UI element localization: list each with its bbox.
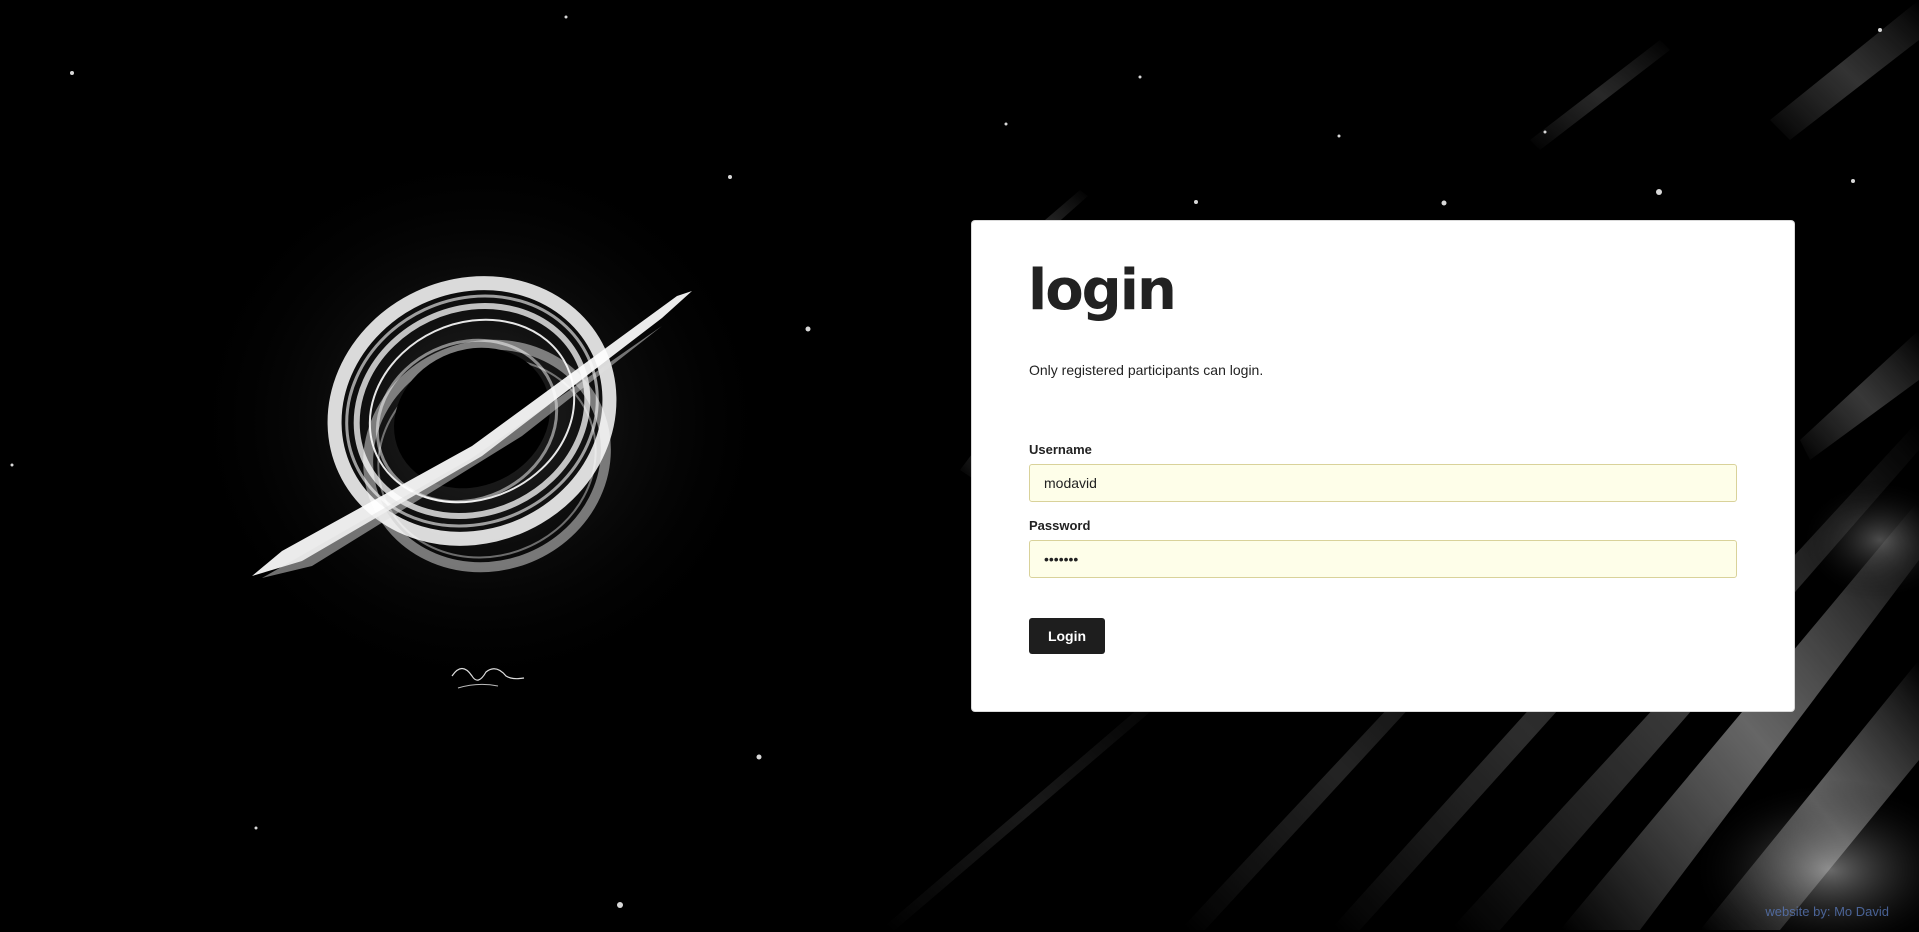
login-subtitle: Only registered participants can login.	[1029, 362, 1264, 378]
credit-author-link[interactable]: Mo David	[1834, 904, 1889, 919]
username-label: Username	[1029, 442, 1092, 457]
footer-credit: website by: Mo David	[1765, 904, 1889, 919]
page-title: login	[1028, 258, 1177, 323]
black-hole-artwork	[222, 206, 742, 726]
password-label: Password	[1029, 518, 1091, 533]
username-input[interactable]	[1029, 464, 1737, 502]
password-input[interactable]	[1029, 540, 1737, 578]
login-card: login Only registered participants can l…	[972, 221, 1794, 711]
credit-prefix: website by:	[1765, 904, 1831, 919]
login-button[interactable]: Login	[1029, 618, 1105, 654]
black-hole-illustration	[252, 276, 692, 689]
